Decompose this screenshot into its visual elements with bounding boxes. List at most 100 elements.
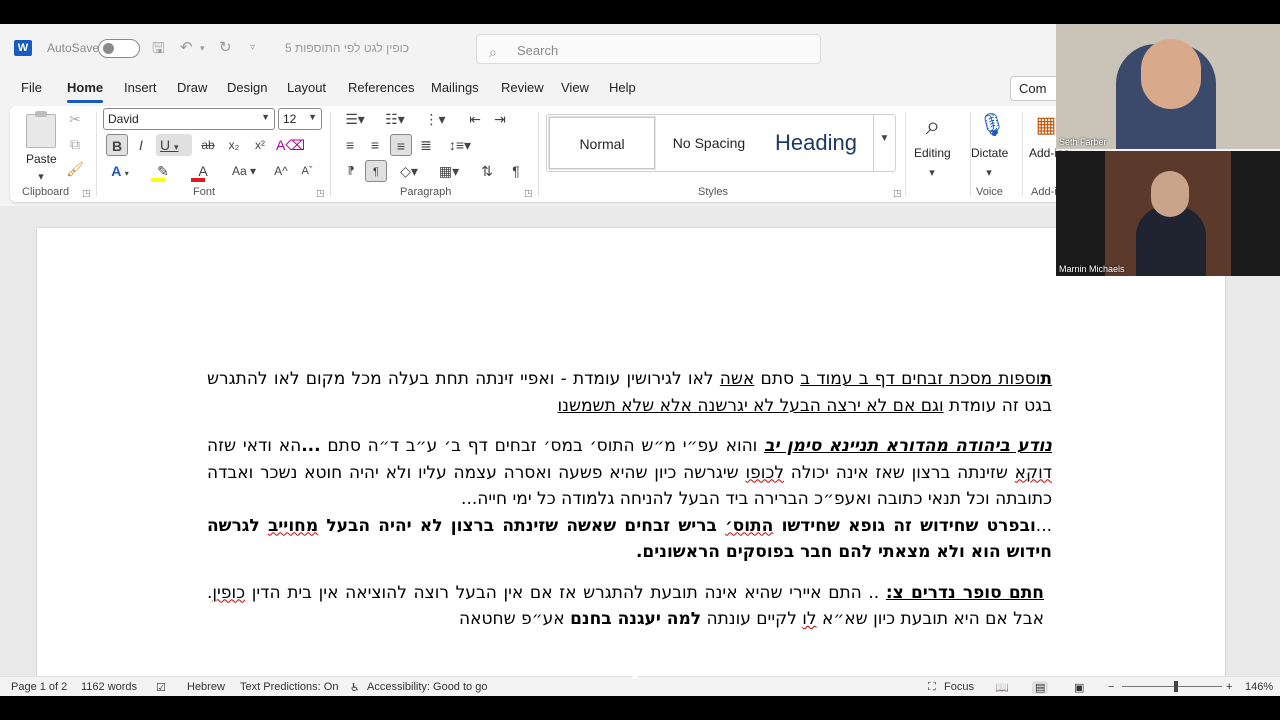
font-color-icon[interactable]: A	[188, 160, 218, 182]
ltr-icon[interactable]: ⁋	[340, 160, 362, 182]
word-count[interactable]: 1162 words	[81, 681, 137, 693]
zoom-level[interactable]: 146%	[1245, 681, 1273, 693]
tab-review[interactable]: Review	[501, 80, 544, 95]
rtl-icon[interactable]: ¶	[365, 160, 387, 182]
zoom-slider-thumb[interactable]	[1174, 681, 1178, 692]
highlight-icon[interactable]: ✎	[148, 160, 178, 182]
copy-icon[interactable]: ⧉	[64, 133, 86, 155]
paste-icon[interactable]	[26, 111, 56, 148]
tab-draw[interactable]: Draw	[177, 80, 207, 95]
paragraph-noda-biyehuda[interactable]: נודע ביהודה מהדורא תניינא סימן יב והוא ע…	[207, 433, 1052, 513]
document-title[interactable]: 5 כופין לגט לפי התוספות	[285, 41, 409, 55]
strikethrough-icon[interactable]: ab	[198, 134, 218, 156]
autosave-toggle[interactable]	[98, 39, 140, 58]
zoom-in-icon[interactable]: +	[1226, 681, 1232, 693]
tab-help[interactable]: Help	[609, 80, 636, 95]
borders-icon[interactable]: ▦▾	[434, 160, 464, 182]
document-body[interactable]: תוספות מסכת זבחים דף ב עמוד ב סתם אשה לא…	[207, 366, 1052, 647]
paragraph-launcher-icon[interactable]: ◳	[524, 188, 533, 199]
clipboard-launcher-icon[interactable]: ◳	[82, 188, 91, 199]
tab-design[interactable]: Design	[227, 80, 267, 95]
style-heading[interactable]: Heading	[761, 117, 871, 169]
proofing-icon[interactable]: ☑	[156, 681, 166, 694]
separator	[96, 112, 97, 196]
justify-icon[interactable]: ≣	[416, 134, 436, 156]
read-mode-icon[interactable]: 📖	[995, 681, 1009, 694]
microphone-icon[interactable]: 🎙	[978, 110, 1006, 142]
align-right-icon[interactable]: ≡	[390, 134, 412, 156]
text-effects-icon[interactable]: A ▾	[106, 160, 134, 182]
editing-dropdown-icon[interactable]: ▾	[927, 162, 937, 184]
tab-insert[interactable]: Insert	[124, 80, 157, 95]
font-name-combo[interactable]: David ▼	[103, 108, 275, 130]
accessibility-status[interactable]: Accessibility: Good to go	[367, 681, 487, 693]
shading-icon[interactable]: ◇▾	[394, 160, 424, 182]
text-predictions-status[interactable]: Text Predictions: On	[240, 681, 338, 693]
paragraph-chiddush[interactable]: ...ובפרט שחידוש זה גופא שחידשו התוס׳ ברי…	[207, 513, 1052, 566]
language-status[interactable]: Hebrew	[187, 681, 225, 693]
superscript-icon[interactable]: x²	[250, 134, 270, 156]
bullets-icon[interactable]: ☰▾	[340, 108, 370, 130]
align-left-icon[interactable]: ≡	[340, 134, 360, 156]
web-layout-icon[interactable]: ▣	[1074, 681, 1084, 694]
dictate-label[interactable]: Dictate	[971, 146, 1008, 160]
tab-layout[interactable]: Layout	[287, 80, 326, 95]
subscript-icon[interactable]: x₂	[224, 134, 244, 156]
print-layout-icon[interactable]: ▤	[1032, 681, 1049, 694]
line-spacing-icon[interactable]: ↕≡▾	[444, 134, 476, 156]
video-tile-participant-2[interactable]: Marnin Michaels	[1056, 151, 1280, 276]
styles-group-label: Styles	[698, 186, 728, 198]
sort-icon[interactable]: ⇅	[476, 160, 498, 182]
styles-more-icon[interactable]: ▼	[873, 115, 895, 171]
change-case-icon[interactable]: Aa ▾	[228, 160, 260, 182]
undo-dropdown-icon[interactable]: ▾	[200, 43, 205, 54]
clear-formatting-icon[interactable]: A⌫	[276, 134, 305, 156]
tab-view[interactable]: View	[561, 80, 589, 95]
align-center-icon[interactable]: ≡	[365, 134, 385, 156]
video-tile-participant-1[interactable]: Seth Farber	[1056, 24, 1280, 149]
addins-icon[interactable]: ▦	[1034, 110, 1058, 142]
numbering-icon[interactable]: ☷▾	[380, 108, 410, 130]
tab-file[interactable]: File	[21, 80, 42, 95]
focus-label[interactable]: Focus	[944, 681, 974, 693]
accessibility-icon[interactable]: ♿	[350, 681, 360, 694]
undo-icon[interactable]: ↶	[180, 38, 193, 56]
focus-icon[interactable]: ⛶	[928, 681, 936, 694]
shrink-font-icon[interactable]: Aˇ	[298, 160, 316, 182]
tab-mailings[interactable]: Mailings	[431, 80, 479, 95]
search-box[interactable]: ⌕ Search	[476, 34, 821, 64]
style-normal[interactable]: Normal	[549, 117, 655, 169]
bold-icon[interactable]: B	[106, 134, 128, 156]
tab-home[interactable]: Home	[67, 80, 104, 103]
text-run: הא ודאי שזה	[207, 436, 302, 456]
document-page[interactable]: תוספות מסכת זבחים דף ב עמוד ב סתם אשה לא…	[37, 228, 1225, 676]
italic-icon[interactable]: I	[132, 134, 150, 156]
show-marks-icon[interactable]: ¶	[506, 160, 526, 182]
redo-icon[interactable]: ↻	[219, 38, 232, 56]
font-launcher-icon[interactable]: ◳	[316, 188, 325, 199]
cut-icon[interactable]: ✂	[64, 108, 86, 130]
multilevel-list-icon[interactable]: ⋮▾	[420, 108, 450, 130]
page-count[interactable]: Page 1 of 2	[11, 681, 67, 693]
paragraph-chatam-sofer[interactable]: חתם סופר נדרים צ: .. התם איירי שהיא אינה…	[207, 580, 1052, 633]
font-size-combo[interactable]: 12 ▼	[278, 108, 322, 130]
increase-indent-icon[interactable]: ⇥	[490, 108, 510, 130]
editing-label[interactable]: Editing	[914, 146, 951, 160]
grow-font-icon[interactable]: A^	[272, 160, 290, 182]
paste-label[interactable]: Paste	[26, 152, 57, 166]
style-no-spacing[interactable]: No Spacing	[659, 117, 759, 169]
zoom-out-icon[interactable]: −	[1108, 681, 1114, 693]
paragraph-tosafot[interactable]: תוספות מסכת זבחים דף ב עמוד ב סתם אשה לא…	[207, 366, 1052, 419]
underline-icon[interactable]: U ▾	[156, 134, 192, 156]
paste-dropdown-icon[interactable]: ▾	[36, 166, 46, 188]
dictate-dropdown-icon[interactable]: ▾	[984, 162, 994, 184]
decrease-indent-icon[interactable]: ⇤	[465, 108, 485, 130]
find-icon[interactable]: ⌕	[918, 110, 948, 142]
save-icon[interactable]: 🖫	[152, 38, 165, 63]
styles-launcher-icon[interactable]: ◳	[893, 188, 902, 199]
zoom-slider[interactable]	[1122, 686, 1222, 687]
format-painter-icon[interactable]: 🖌	[64, 158, 86, 180]
tab-references[interactable]: References	[348, 80, 414, 95]
comments-button[interactable]: Com	[1010, 76, 1060, 101]
customize-toolbar-icon[interactable]: ▿	[250, 42, 255, 53]
